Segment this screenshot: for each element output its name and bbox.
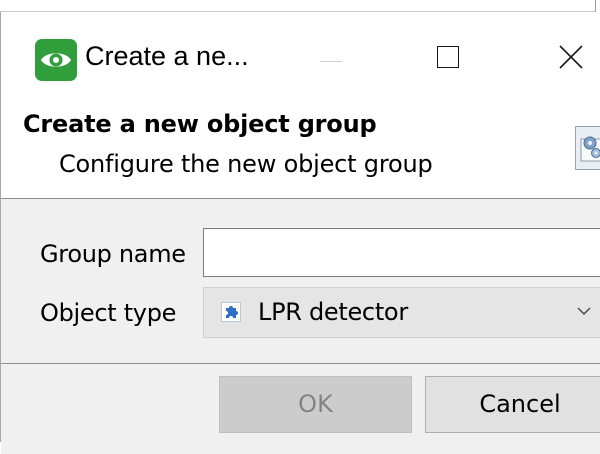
close-icon	[559, 45, 583, 69]
create-object-group-dialog: Create a ne... Create a new object group…	[0, 12, 600, 442]
group-name-input[interactable]	[203, 228, 600, 277]
ok-button[interactable]: OK	[219, 376, 412, 433]
object-type-label: Object type	[40, 299, 176, 327]
minimize-button[interactable]	[301, 32, 361, 82]
chevron-down-icon	[577, 306, 591, 316]
minimize-icon	[320, 61, 342, 62]
close-button[interactable]	[541, 32, 600, 82]
dialog-footer: OK Cancel	[1, 364, 600, 454]
cancel-button[interactable]: Cancel	[425, 376, 600, 433]
dialog-header: Create a new object group Configure the …	[1, 102, 600, 198]
header-subtitle: Configure the new object group	[59, 150, 433, 178]
wizard-gear-icon	[575, 126, 600, 170]
puzzle-piece-icon	[221, 302, 241, 322]
window-top-edge	[0, 0, 600, 12]
eye-icon	[35, 39, 77, 81]
object-type-selected: LPR detector	[258, 298, 408, 326]
window-title: Create a ne...	[85, 41, 249, 72]
header-title: Create a new object group	[23, 110, 376, 138]
object-type-select[interactable]: LPR detector	[203, 287, 600, 338]
maximize-button[interactable]	[419, 32, 479, 82]
group-name-label: Group name	[40, 240, 186, 268]
maximize-icon	[437, 46, 459, 68]
form-area: Group name Object type LPR detector	[1, 199, 600, 363]
title-bar[interactable]: Create a ne...	[1, 12, 600, 102]
